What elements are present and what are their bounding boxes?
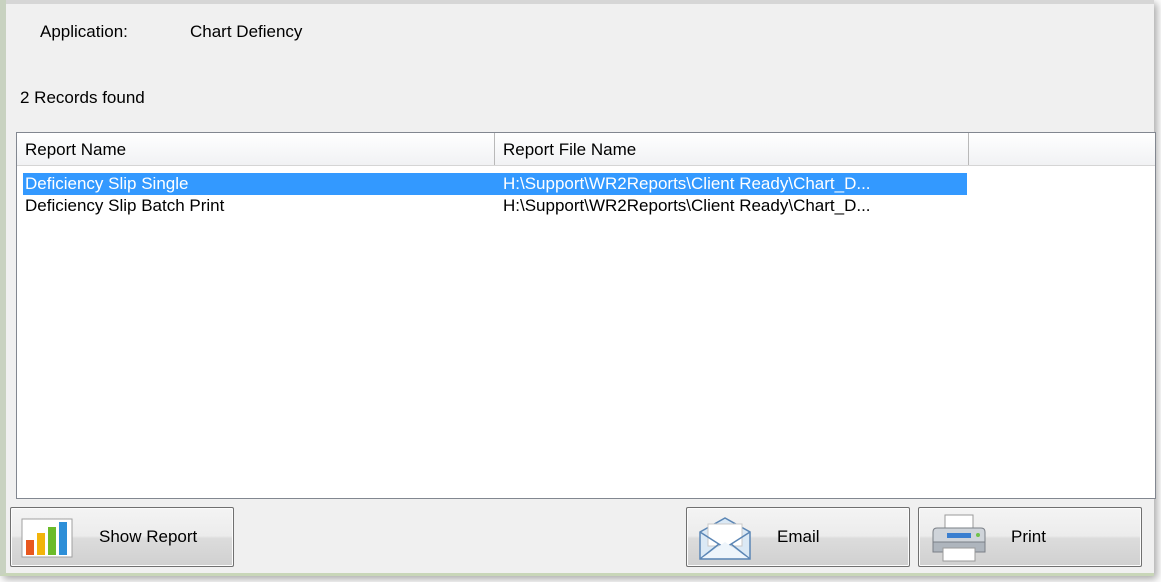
list-header: Report Name Report File Name xyxy=(17,133,1155,166)
show-report-button[interactable]: Show Report xyxy=(10,507,234,567)
report-file-cell: H:\Support\WR2Reports\Client Ready\Chart… xyxy=(503,196,871,215)
report-list[interactable]: Report Name Report File Name Deficiency … xyxy=(16,132,1156,499)
printer-icon xyxy=(929,512,989,569)
bar-chart-icon xyxy=(21,518,73,563)
records-found-label: 2 Records found xyxy=(20,88,145,107)
application-label: Application: xyxy=(40,22,128,41)
column-header-report-file-name[interactable]: Report File Name xyxy=(495,133,969,165)
report-name-cell: Deficiency Slip Batch Print xyxy=(25,196,225,215)
report-row[interactable]: Deficiency Slip Batch Print H:\Support\W… xyxy=(23,195,967,217)
report-name-cell: Deficiency Slip Single xyxy=(25,174,189,193)
print-label: Print xyxy=(1011,527,1046,546)
report-row-selected[interactable]: Deficiency Slip Single H:\Support\WR2Rep… xyxy=(23,173,967,195)
column-header-report-name[interactable]: Report Name xyxy=(17,133,495,165)
print-button[interactable]: Print xyxy=(918,507,1142,567)
envelope-icon xyxy=(697,514,753,567)
email-button[interactable]: Email xyxy=(686,507,910,567)
email-label: Email xyxy=(777,527,820,546)
window-top-edge xyxy=(6,0,1154,4)
report-window: Application: Chart Defiency 2 Records fo… xyxy=(0,0,1156,576)
report-file-cell: H:\Support\WR2Reports\Client Ready\Chart… xyxy=(503,174,871,193)
show-report-label: Show Report xyxy=(99,527,198,546)
application-name: Chart Defiency xyxy=(190,22,303,41)
